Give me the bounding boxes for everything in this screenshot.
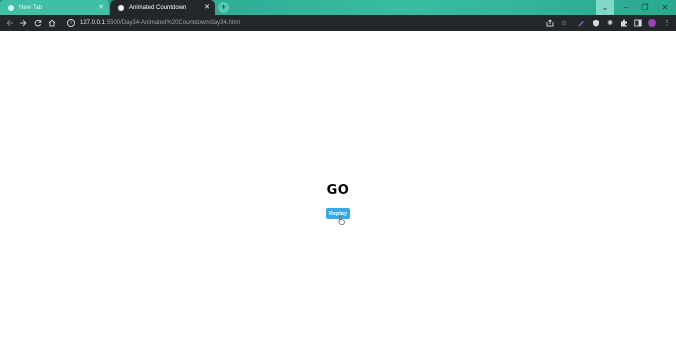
globe-icon [8, 4, 14, 11]
tab-animated-countdown[interactable]: Animated Countdown ✕ [110, 0, 215, 15]
close-window-button[interactable]: ✕ [656, 0, 674, 15]
minimize-button[interactable]: – [617, 0, 635, 15]
bookmark-star-icon[interactable]: ☆ [560, 19, 568, 27]
forward-button[interactable] [17, 15, 29, 31]
url-path: :5500/Day34-Animated%20Countdown/day34.h… [105, 20, 240, 26]
tab-strip: New Tab ✕ Animated Countdown ✕ + ⌄ – ❐ ✕ [0, 0, 676, 15]
share-icon[interactable] [546, 19, 554, 27]
tab-title: New Tab [19, 4, 43, 11]
kebab-menu-icon[interactable]: ⋮ [663, 19, 671, 27]
tab-new-tab[interactable]: New Tab ✕ [0, 0, 109, 15]
globe-icon [118, 4, 124, 11]
back-button[interactable] [4, 15, 16, 31]
maximize-button[interactable]: ❐ [636, 0, 654, 15]
countdown-text: GO [326, 183, 350, 198]
home-button[interactable] [46, 15, 58, 31]
side-panel-icon[interactable] [634, 19, 642, 27]
browser-toolbar: i 127.0.0.1:5500/Day34-Animated%20Countd… [0, 15, 676, 31]
profile-avatar[interactable] [648, 19, 656, 27]
hand-cursor-icon [338, 216, 345, 225]
gear-extension-icon[interactable]: ✺ [606, 19, 614, 27]
tab-search-button[interactable]: ⌄ [596, 0, 614, 15]
tab-title: Animated Countdown [129, 4, 187, 11]
reload-button[interactable] [32, 15, 44, 31]
site-info-icon[interactable]: i [67, 19, 75, 27]
pen-extension-icon[interactable] [577, 19, 585, 27]
close-tab-icon[interactable]: ✕ [98, 3, 104, 12]
puzzle-icon[interactable] [620, 19, 628, 27]
url-host: 127.0.0.1 [80, 20, 106, 26]
shield-extension-icon[interactable] [592, 19, 600, 27]
close-tab-icon[interactable]: ✕ [204, 3, 210, 12]
new-tab-button[interactable]: + [218, 2, 229, 13]
